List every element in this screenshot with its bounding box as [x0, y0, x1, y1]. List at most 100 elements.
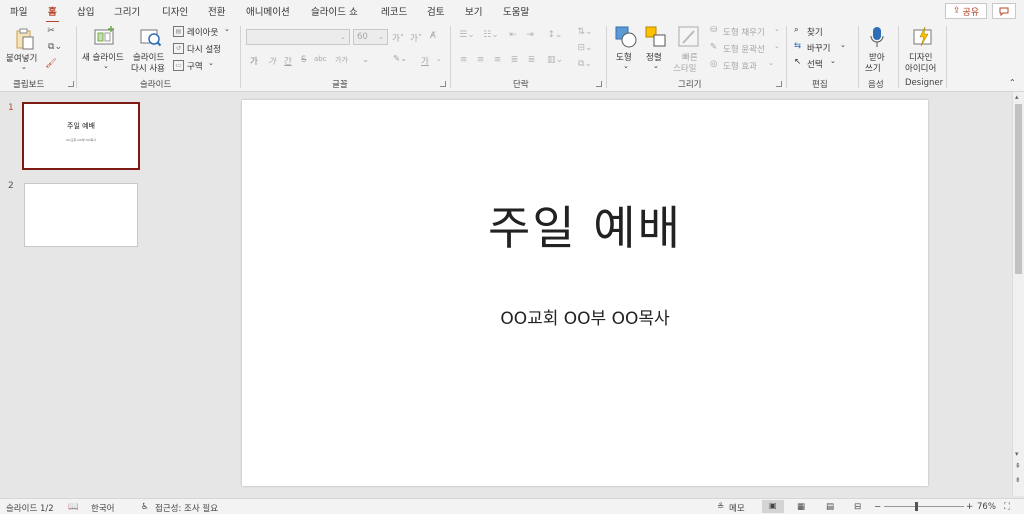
- normal-view-button[interactable]: ▣: [762, 500, 784, 513]
- layout-label: 레이아웃: [187, 28, 219, 38]
- section-dropdown[interactable]: ▭ 구역 ⌄: [173, 59, 233, 72]
- tab-insert[interactable]: 삽입: [77, 4, 94, 18]
- change-case-chevron-icon[interactable]: ⌄: [362, 55, 369, 65]
- section-label: 구역: [187, 62, 203, 72]
- reading-view-icon[interactable]: ▤: [826, 502, 834, 512]
- reset-button[interactable]: ↺ 다시 설정: [173, 43, 233, 55]
- bullets-button[interactable]: ☰⌄: [456, 29, 478, 41]
- align-center-button[interactable]: ≡: [474, 54, 487, 66]
- align-left-button[interactable]: ≡: [457, 54, 470, 66]
- new-slide-button[interactable]: 새 슬라이드 ⌄: [82, 25, 130, 73]
- align-text-icon: ⊟⌄: [577, 43, 593, 53]
- tab-record[interactable]: 레코드: [381, 4, 407, 18]
- tab-transitions[interactable]: 전환: [208, 4, 225, 18]
- drawing-launcher[interactable]: [776, 81, 782, 87]
- copy-button[interactable]: ⧉⌄: [45, 41, 65, 53]
- smartart-button[interactable]: ⧉⌄: [575, 58, 595, 70]
- format-painter-button[interactable]: 🖌: [45, 58, 57, 70]
- design-ideas-button[interactable]: 디자인 아이디어: [903, 25, 943, 75]
- columns-button[interactable]: ▥⌄: [545, 54, 565, 66]
- bold-button[interactable]: 가: [250, 55, 258, 67]
- highlight-pen-icon[interactable]: ✎⌄: [393, 54, 407, 64]
- zoom-out-icon[interactable]: −: [874, 502, 881, 512]
- shapes-button[interactable]: 도형 ⌄: [612, 25, 640, 73]
- text-direction-button[interactable]: ⇅⌄: [575, 26, 595, 38]
- notes-button[interactable]: 메모: [729, 502, 745, 514]
- line-spacing-button[interactable]: ↕⌄: [545, 29, 565, 41]
- select-button[interactable]: ↖ 선택 ⌄: [794, 57, 844, 70]
- zoom-in-icon[interactable]: +: [966, 502, 973, 512]
- layout-dropdown[interactable]: ▤ 레이아웃 ⌄: [173, 25, 233, 38]
- character-spacing-button[interactable]: abc: [314, 55, 327, 63]
- vertical-scrollbar[interactable]: ▴ ▾ ⇞ ⇟: [1012, 92, 1024, 496]
- shrink-font-button[interactable]: 가˅: [410, 32, 422, 44]
- thumbnail-subtitle: OO교회 OO부 OO목사: [66, 138, 96, 142]
- clear-format-icon[interactable]: A̸: [430, 31, 436, 41]
- scroll-up-icon[interactable]: ▴: [1015, 93, 1019, 101]
- paragraph-launcher[interactable]: [596, 81, 602, 87]
- change-case-button[interactable]: 가가: [335, 55, 348, 65]
- collapse-ribbon-icon[interactable]: ⌃: [1009, 78, 1016, 87]
- notes-icon[interactable]: ≗: [717, 502, 724, 512]
- accessibility-status[interactable]: 접근성: 조사 필요: [155, 502, 218, 514]
- font-color-button[interactable]: 가: [421, 55, 429, 67]
- dictate-button[interactable]: 받아 쓰기: [863, 25, 891, 75]
- tab-design[interactable]: 디자인: [162, 4, 188, 18]
- slide-title[interactable]: 주일 예배: [242, 192, 928, 258]
- strikethrough-button[interactable]: S: [301, 55, 306, 65]
- replace-button[interactable]: ⇆ 바꾸기 ⌄: [794, 41, 850, 54]
- zoom-slider[interactable]: [884, 502, 964, 511]
- italic-button[interactable]: 가: [268, 55, 276, 67]
- font-size-combo[interactable]: 60 ⌄: [353, 29, 388, 45]
- slide-thumbnail-1[interactable]: 주일 예배 OO교회 OO부 OO목사: [22, 102, 140, 170]
- numbering-button[interactable]: ☷⌄: [480, 29, 502, 41]
- paste-button[interactable]: 붙여넣기 ⌄: [6, 26, 42, 71]
- tab-help[interactable]: 도움말: [503, 4, 529, 18]
- share-button[interactable]: ⇪ 공유: [945, 3, 987, 19]
- next-slide-icon[interactable]: ⇟: [1015, 476, 1021, 484]
- spellcheck-icon[interactable]: 📖: [68, 502, 79, 512]
- previous-slide-icon[interactable]: ⇞: [1015, 462, 1021, 470]
- clipboard-launcher[interactable]: [68, 81, 74, 87]
- slideshow-icon[interactable]: ⊟: [854, 502, 861, 512]
- tab-slideshow[interactable]: 슬라이드 쇼: [311, 4, 358, 18]
- share-icon: ⇪: [952, 6, 961, 16]
- increase-indent-button[interactable]: ⇥: [523, 29, 537, 41]
- find-button[interactable]: ⌕ 찾기: [794, 25, 844, 38]
- decrease-indent-button[interactable]: ⇤: [506, 29, 520, 41]
- shape-fill-button[interactable]: ⛁ 도형 채우기 ⌄: [710, 25, 782, 38]
- grow-font-button[interactable]: 가˄: [392, 32, 404, 44]
- tab-review[interactable]: 검토: [427, 4, 444, 18]
- slide-sorter-icon[interactable]: ▦: [797, 502, 805, 512]
- slide-thumbnail-2[interactable]: [24, 183, 138, 247]
- tab-view[interactable]: 보기: [465, 4, 482, 18]
- arrange-button[interactable]: 정렬 ⌄: [642, 25, 670, 73]
- scroll-down-icon[interactable]: ▾: [1015, 450, 1019, 458]
- scrollbar-thumb[interactable]: [1015, 104, 1022, 274]
- align-text-button[interactable]: ⊟⌄: [575, 42, 595, 54]
- reuse-slides-button[interactable]: 슬라이드 다시 사용: [131, 25, 171, 74]
- align-left-icon: ≡: [459, 55, 468, 65]
- justify-button[interactable]: ≣: [508, 54, 521, 66]
- tab-animations[interactable]: 애니메이션: [246, 4, 290, 18]
- fit-to-window-icon[interactable]: ⛶: [1004, 502, 1010, 512]
- underline-button[interactable]: 간: [284, 55, 292, 67]
- language-indicator[interactable]: 한국어: [91, 502, 114, 514]
- zoom-level[interactable]: 76%: [977, 502, 996, 512]
- tab-home[interactable]: 홈: [46, 4, 59, 23]
- shape-outline-button[interactable]: ✎ 도형 윤곽선 ⌄: [710, 42, 782, 55]
- quick-styles-button[interactable]: 빠른 스타일: [673, 25, 705, 74]
- slide-canvas[interactable]: 주일 예배 OO교회 OO부 OO목사: [242, 100, 928, 486]
- comments-button[interactable]: [992, 3, 1016, 19]
- cut-button[interactable]: ✂: [45, 25, 57, 37]
- align-right-button[interactable]: ≡: [491, 54, 504, 66]
- slide-subtitle[interactable]: OO교회 OO부 OO목사: [242, 304, 928, 329]
- distributed-button[interactable]: ≣: [525, 54, 538, 66]
- shape-effects-button[interactable]: ◎ 도형 효과 ⌄: [710, 59, 782, 72]
- accessibility-icon[interactable]: ♿: [141, 502, 149, 512]
- font-name-combo[interactable]: ⌄: [246, 29, 350, 45]
- tab-file[interactable]: 파일: [10, 4, 27, 18]
- zoom-slider-thumb[interactable]: [915, 502, 918, 511]
- tab-draw[interactable]: 그리기: [114, 4, 140, 18]
- font-launcher[interactable]: [440, 81, 446, 87]
